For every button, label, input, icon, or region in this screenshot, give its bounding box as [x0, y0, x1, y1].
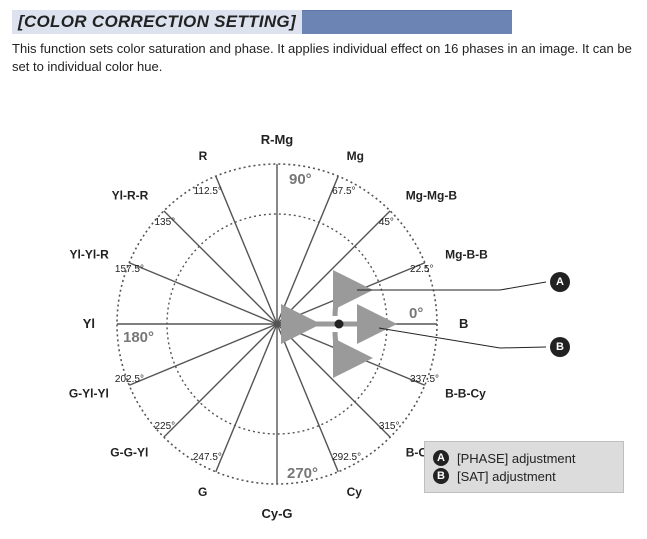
- spoke-degree: 157.5°: [115, 264, 144, 275]
- legend-row-phase: A [PHASE] adjustment: [433, 450, 615, 466]
- callout-badge-b-text: B: [556, 341, 564, 353]
- deg-bottom: 270°: [287, 465, 318, 482]
- deg-left: 180°: [123, 329, 154, 346]
- callout-badge-a-text: A: [556, 276, 564, 288]
- spoke-name: G-Yl-Yl: [69, 387, 109, 401]
- spoke-name: Yl: [83, 316, 95, 331]
- spoke-name: Yl-R-R: [112, 188, 149, 202]
- title-accent-stripe: [302, 10, 512, 34]
- section-title: [COLOR CORRECTION SETTING]: [18, 12, 296, 32]
- spoke-name: Mg: [347, 149, 364, 163]
- section-description: This function sets color saturation and …: [12, 40, 635, 75]
- spoke-name: R: [199, 149, 208, 163]
- spoke: [164, 211, 277, 324]
- spoke-name: G-G-Yl: [110, 446, 148, 460]
- spoke-degree: 337.5°: [410, 374, 439, 385]
- deg-right: 0°: [409, 305, 423, 322]
- deg-top: 90°: [289, 171, 312, 188]
- spoke-name: Yl-Yl-R: [70, 247, 110, 261]
- legend-row-sat: B [SAT] adjustment: [433, 468, 615, 484]
- spoke-degree: 247.5°: [193, 452, 222, 463]
- axis-bottom: Cy-G: [261, 506, 292, 521]
- spoke-name: Mg-B-B: [445, 247, 488, 261]
- legend-badge-b-icon: B: [433, 468, 449, 484]
- spoke-degree: 202.5°: [115, 374, 144, 385]
- spoke-degree: 45°: [379, 217, 394, 228]
- section-title-bar: [COLOR CORRECTION SETTING]: [12, 10, 635, 34]
- spoke-name: B-B-Cy: [445, 387, 486, 401]
- spoke-degree: 225°: [154, 421, 175, 432]
- spoke-degree: 292.5°: [332, 452, 361, 463]
- handle-dot-icon: [335, 320, 344, 329]
- spoke-name: B: [459, 316, 468, 331]
- spoke-degree: 135°: [154, 217, 175, 228]
- legend-text-phase: [PHASE] adjustment: [457, 451, 576, 466]
- spoke-name: G: [198, 485, 207, 499]
- spoke-degree: 22.5°: [410, 264, 433, 275]
- spoke-name: Mg-Mg-B: [406, 188, 458, 202]
- vectorscope-diagram: B 22.5° Mg-B-B 45° Mg-Mg-B 67.5° Mg 112.5° R 135°…: [12, 79, 632, 539]
- spoke-degree: 112.5°: [194, 186, 222, 197]
- axis-top: R-Mg: [261, 132, 294, 147]
- legend-badge-a-icon: A: [433, 450, 449, 466]
- legend-text-sat: [SAT] adjustment: [457, 469, 556, 484]
- spoke-degree: 315°: [379, 421, 400, 432]
- legend-box: A [PHASE] adjustment B [SAT] adjustment: [424, 441, 624, 493]
- callout-b-line: [379, 328, 546, 348]
- spoke-degree: 67.5°: [332, 186, 355, 197]
- callout-a-line: [357, 282, 546, 290]
- spoke-name: Cy: [347, 485, 363, 499]
- section-title-block: [COLOR CORRECTION SETTING]: [12, 10, 302, 34]
- spoke: [164, 324, 277, 437]
